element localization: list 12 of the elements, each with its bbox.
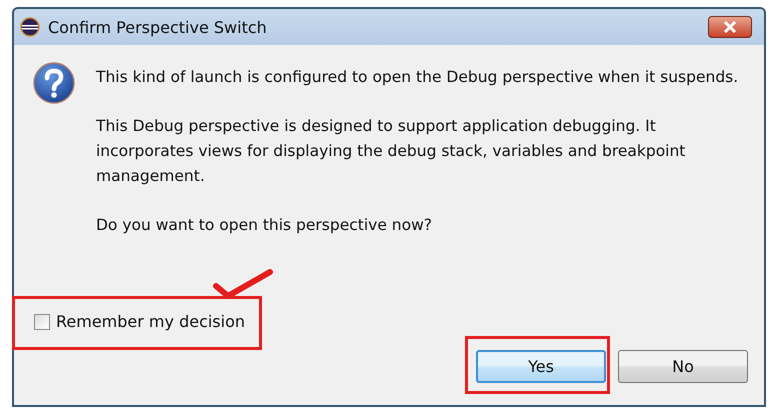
eclipse-icon <box>20 17 40 37</box>
message-text: This kind of launch is configured to open the Debug perspective when it suspends. <box>96 67 740 88</box>
question-icon <box>32 61 76 105</box>
dialog-button[interactable]: No <box>618 350 748 383</box>
message-text: This Debug perspective is designed to support application debugging. It incorporates views for displaying the debug stack, variables and breakpoint management. <box>96 116 686 187</box>
window-title: Confirm Perspective Switch <box>48 18 268 36</box>
remember-checkbox[interactable]: Remember my decision <box>34 312 246 331</box>
checkbox[interactable] <box>34 314 50 330</box>
close-button[interactable] <box>708 16 752 38</box>
message-text: Do you want to open this perspective now? <box>96 215 434 236</box>
dialog-button[interactable]: Yes <box>476 350 606 383</box>
close-icon <box>723 21 737 33</box>
